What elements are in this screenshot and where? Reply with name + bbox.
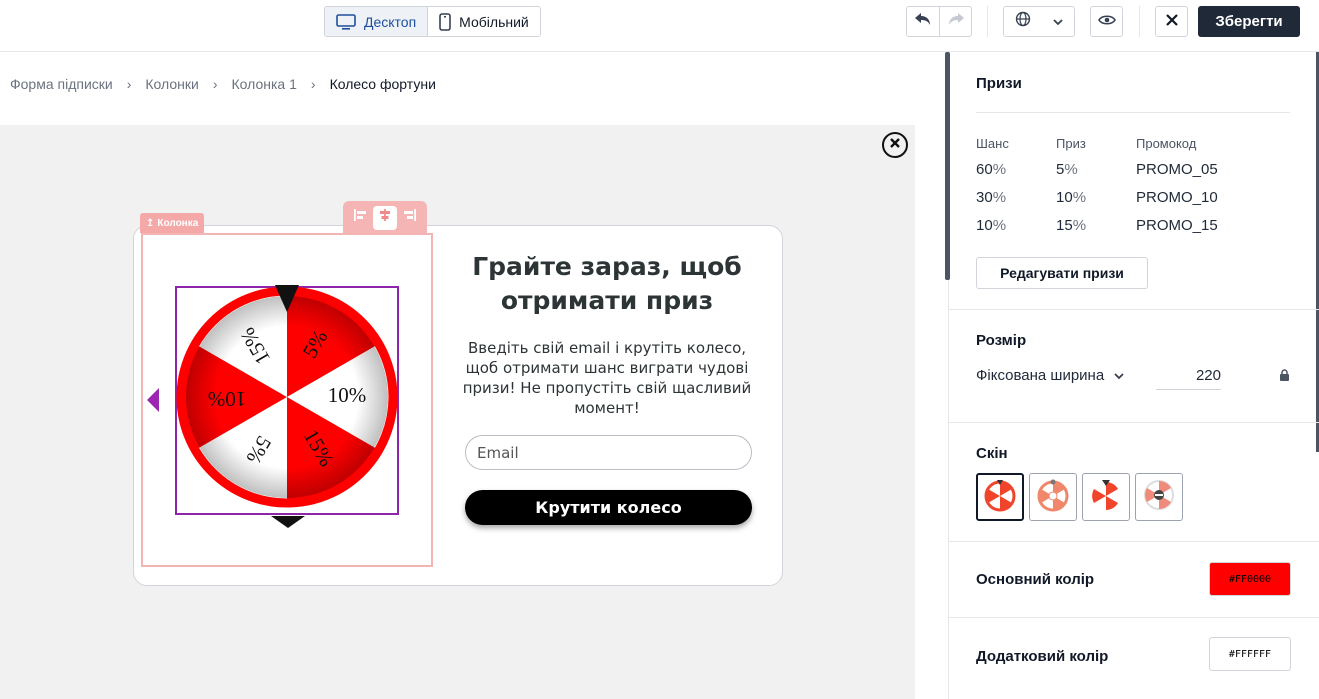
percent-symbol: % (1064, 161, 1078, 178)
section-divider (976, 112, 1290, 113)
top-toolbar: Десктоп Мобільний Зберегти (0, 0, 1319, 52)
prize-code-cell: PROMO_15 (1136, 217, 1218, 234)
device-mobile-label: Мобільний (459, 13, 529, 30)
prize-code-cell: PROMO_05 (1136, 161, 1218, 178)
mobile-icon (439, 12, 451, 31)
prize-chance-value: 10 (976, 217, 993, 234)
toolbar-divider (987, 6, 988, 37)
wheel-segment-label: 10% (328, 383, 367, 407)
align-right-icon (403, 208, 417, 227)
prize-value-cell: 5% (1056, 161, 1078, 178)
wheel-segment-label: 10% (208, 387, 247, 411)
skin-title: Скін (976, 445, 1008, 462)
percent-symbol: % (992, 189, 1007, 206)
prizes-title: Призи (976, 75, 1022, 92)
device-desktop-tab[interactable]: Десктоп (325, 7, 429, 36)
desktop-icon (336, 13, 356, 30)
align-center-button[interactable] (372, 205, 397, 230)
column-tag[interactable]: ↥ Колонка (140, 213, 205, 233)
wheel-skin-icon (1142, 478, 1176, 517)
size-title: Розмір (976, 332, 1027, 349)
wheel-skin-icon (1036, 478, 1070, 517)
save-button[interactable]: Зберегти (1198, 6, 1300, 37)
primary-color-label: Основний колір (976, 571, 1095, 588)
preview-button[interactable] (1090, 6, 1123, 37)
prizes-header-code: Промокод (1136, 136, 1197, 151)
redo-icon (947, 12, 965, 31)
percent-symbol: % (992, 217, 1007, 234)
redo-button[interactable] (939, 7, 971, 36)
chevron-right-icon: › (212, 76, 218, 92)
prize-chance-cell: 30% (976, 189, 1006, 206)
prize-chance-cell: 60% (976, 161, 1006, 178)
history-group (906, 6, 972, 37)
popup-description: Введіть свій email і крутіть колесо, щоб… (462, 339, 752, 417)
resize-handle-bottom[interactable] (270, 514, 306, 535)
align-left-button[interactable] (348, 206, 372, 230)
breadcrumb-item[interactable]: Колонки (145, 76, 198, 92)
fortune-wheel[interactable]: 5%10%15%5%10%15% (175, 285, 399, 515)
align-center-icon (378, 208, 392, 227)
device-switcher: Десктоп Мобільний (324, 6, 541, 37)
breadcrumb-item[interactable]: Форма підписки (10, 76, 113, 92)
prizes-header-chance: Шанс (976, 136, 1009, 151)
eye-icon (1097, 13, 1116, 31)
close-icon (1165, 13, 1178, 31)
secondary-color-picker[interactable]: #FFFFFF (1209, 637, 1291, 671)
column-tag-label: Колонка (157, 217, 199, 229)
chevron-down-icon (1053, 13, 1063, 31)
prize-value-cell: 10% (1056, 189, 1086, 206)
chevron-right-icon: › (126, 76, 132, 92)
wheel-skin-icon (1089, 478, 1123, 517)
arrow-up-icon: ↥ (146, 217, 155, 229)
percent-symbol: % (1072, 189, 1087, 206)
close-icon (889, 136, 901, 154)
prize-value-cell: 15% (1056, 217, 1086, 234)
language-select[interactable] (1003, 6, 1075, 37)
percent-symbol: % (992, 161, 1007, 178)
prize-code-cell: PROMO_10 (1136, 189, 1218, 206)
undo-button[interactable] (907, 7, 939, 36)
wheel-skin-icon (983, 478, 1017, 517)
percent-symbol: % (1072, 217, 1087, 234)
size-mode-select[interactable]: Фіксована ширина (976, 367, 1124, 384)
popup-close-button[interactable] (882, 132, 908, 158)
prize-value: 10 (1056, 189, 1073, 206)
spin-wheel-button[interactable]: Крутити колесо (465, 490, 752, 525)
resize-handle-left[interactable] (145, 387, 161, 418)
edit-prizes-button[interactable]: Редагувати призи (976, 257, 1148, 289)
breadcrumb-current: Колесо фортуни (329, 76, 436, 92)
align-right-button[interactable] (398, 206, 422, 230)
toolbar-divider (1139, 6, 1140, 37)
skin-option-3[interactable] (1082, 473, 1130, 521)
breadcrumb-item[interactable]: Колонка 1 (232, 76, 297, 92)
globe-icon (1015, 11, 1031, 32)
alignment-toolbar (343, 201, 427, 234)
size-mode-label: Фіксована ширина (976, 367, 1105, 384)
width-input[interactable] (1156, 362, 1221, 390)
close-editor-button[interactable] (1155, 6, 1188, 37)
skin-option-2[interactable] (1029, 473, 1077, 521)
prize-chance-value: 60 (976, 161, 993, 178)
skin-option-4[interactable] (1135, 473, 1183, 521)
prize-chance-cell: 10% (976, 217, 1006, 234)
primary-color-picker[interactable]: #FF0000 (1209, 562, 1291, 596)
prize-chance-value: 30 (976, 189, 993, 206)
email-field[interactable] (465, 435, 752, 470)
device-desktop-label: Десктоп (364, 13, 417, 30)
popup-headline: Грайте зараз, щоб отримати приз (472, 252, 742, 315)
breadcrumb: Форма підписки › Колонки › Колонка 1 › К… (10, 76, 436, 92)
prize-value: 15 (1056, 217, 1073, 234)
skin-option-1[interactable] (976, 473, 1024, 521)
chevron-down-icon (1114, 367, 1124, 384)
prizes-header-prize: Приз (1056, 136, 1086, 151)
lock-icon[interactable] (1279, 369, 1290, 387)
device-mobile-tab[interactable]: Мобільний (428, 7, 540, 36)
align-left-icon (353, 208, 367, 227)
secondary-color-label: Додатковий колір (976, 648, 1109, 665)
chevron-right-icon: › (310, 76, 316, 92)
undo-icon (914, 12, 932, 31)
